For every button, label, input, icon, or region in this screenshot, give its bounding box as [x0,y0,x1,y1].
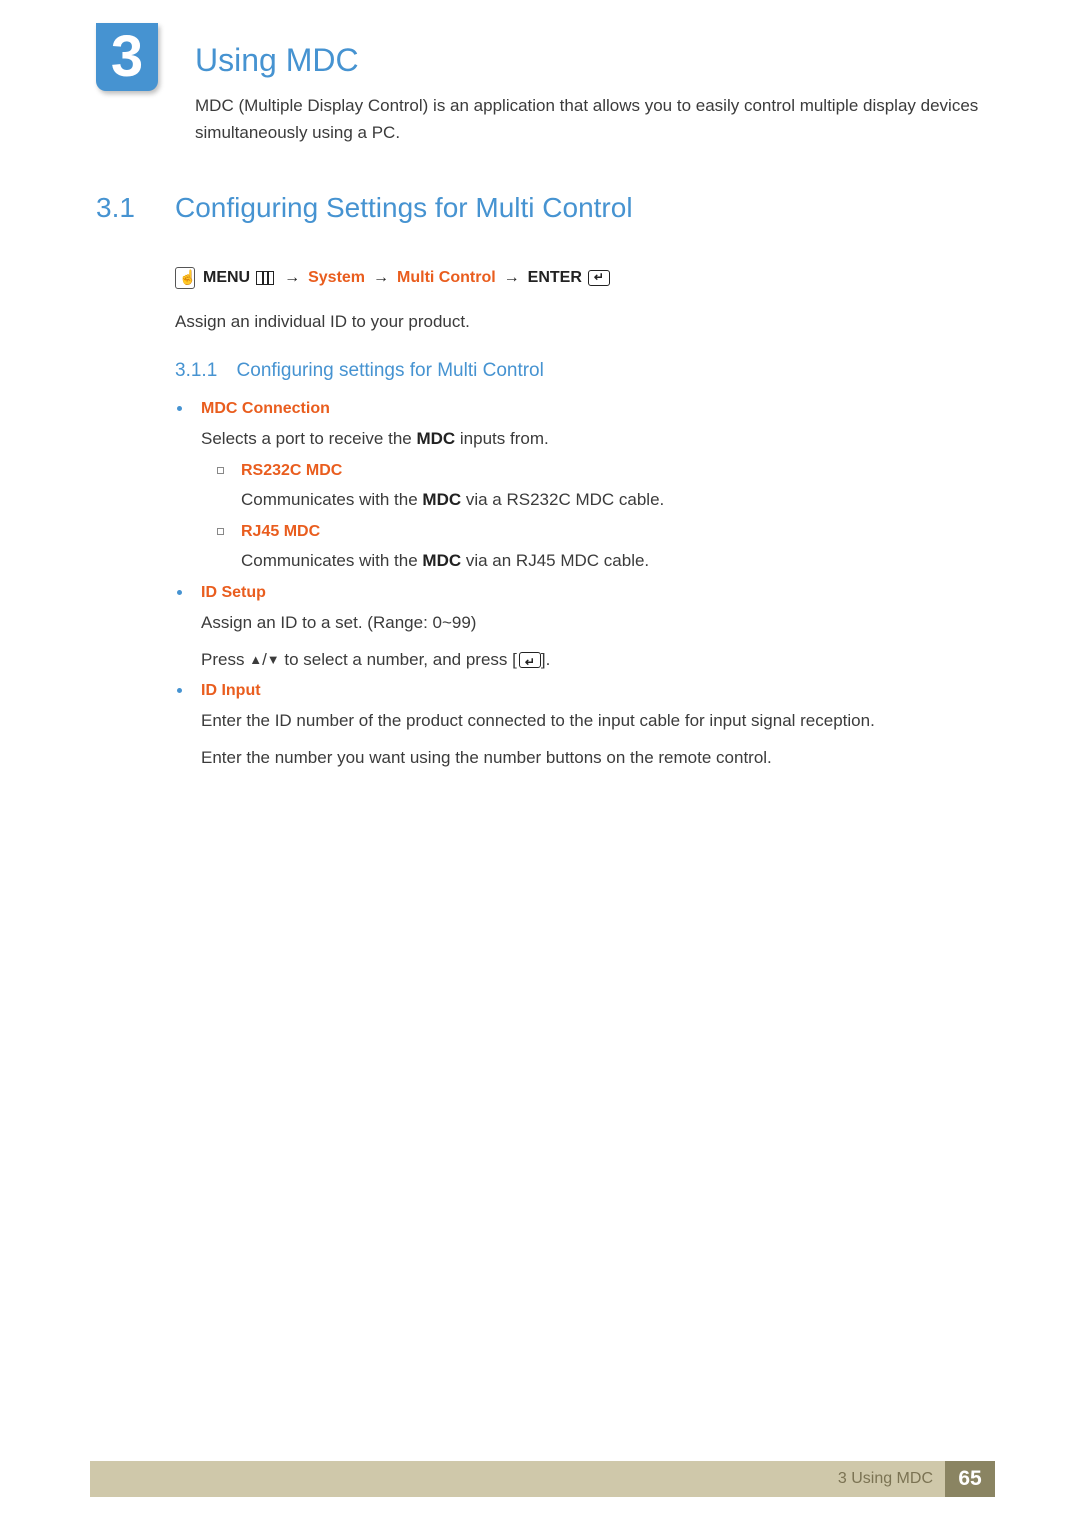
nav-enter-label: ENTER [528,269,582,287]
arrow-icon: → [373,269,389,287]
text-bold: MDC [416,429,455,448]
page-footer: 3 Using MDC 65 [90,1461,995,1497]
section-number: 3.1 [96,192,135,224]
chapter-badge: 3 [96,23,158,91]
remote-icon [175,267,195,289]
arrow-icon: → [284,269,300,287]
menu-navigation-path: MENU → System → Multi Control → ENTER [175,267,610,289]
sub-bullet-icon [217,528,224,535]
bullet-icon [177,590,182,595]
footer-chapter-label: 3 Using MDC [838,1470,933,1488]
item-title: ID Setup [201,584,980,602]
text-fragment: inputs from. [455,429,549,448]
settings-list: MDC Connection Selects a port to receive… [175,400,980,781]
chapter-intro: MDC (Multiple Display Control) is an app… [195,92,980,146]
item-body: Enter the number you want using the numb… [201,744,980,773]
text-bold: MDC [422,551,461,570]
sub-list-item: RS232C MDC Communicates with the MDC via… [201,462,980,515]
text-fragment: to select a number, and press [ [280,650,517,669]
nav-multi-control: Multi Control [397,269,496,287]
list-item: MDC Connection Selects a port to receive… [175,400,980,576]
sub-bullet-icon [217,467,224,474]
text-fragment: via a RS232C MDC cable. [461,490,664,509]
enter-icon [588,270,610,286]
arrow-icon: → [504,269,520,287]
text-fragment: ]. [541,650,550,669]
enter-icon [519,652,541,668]
text-fragment: via an RJ45 MDC cable. [461,551,649,570]
text-bold: MDC [422,490,461,509]
chapter-title: Using MDC [195,42,359,79]
item-title: MDC Connection [201,400,980,418]
item-title: ID Input [201,682,980,700]
item-body: Press ▲/▼ to select a number, and press … [201,646,980,675]
bullet-icon [177,688,182,693]
text-fragment: Selects a port to receive the [201,429,416,448]
subsection-number: 3.1.1 [175,360,217,381]
section-title: Configuring Settings for Multi Control [175,192,633,224]
up-arrow-icon: ▲ [249,652,262,667]
sub-item-title: RJ45 MDC [241,523,980,541]
text-fragment: Communicates with the [241,551,422,570]
bullet-icon [177,406,182,411]
subsection-heading: 3.1.1 Configuring settings for Multi Con… [175,360,544,382]
sub-list-item: RJ45 MDC Communicates with the MDC via a… [201,523,980,576]
footer-page-number: 65 [945,1461,995,1497]
text-fragment: Press [201,650,249,669]
item-body: Enter the ID number of the product conne… [201,707,980,736]
chapter-number: 3 [111,28,143,86]
menu-icon [256,271,274,285]
sub-item-body: Communicates with the MDC via an RJ45 MD… [241,547,980,576]
item-body: Assign an ID to a set. (Range: 0~99) [201,609,980,638]
sub-item-title: RS232C MDC [241,462,980,480]
assign-instruction: Assign an individual ID to your product. [175,312,470,332]
item-body: Selects a port to receive the MDC inputs… [201,425,980,454]
sub-item-body: Communicates with the MDC via a RS232C M… [241,486,980,515]
subsection-title: Configuring settings for Multi Control [237,360,544,381]
down-arrow-icon: ▼ [267,652,280,667]
nav-menu-label: MENU [203,269,250,287]
list-item: ID Input Enter the ID number of the prod… [175,682,980,773]
list-item: ID Setup Assign an ID to a set. (Range: … [175,584,980,675]
nav-system: System [308,269,365,287]
text-fragment: Communicates with the [241,490,422,509]
